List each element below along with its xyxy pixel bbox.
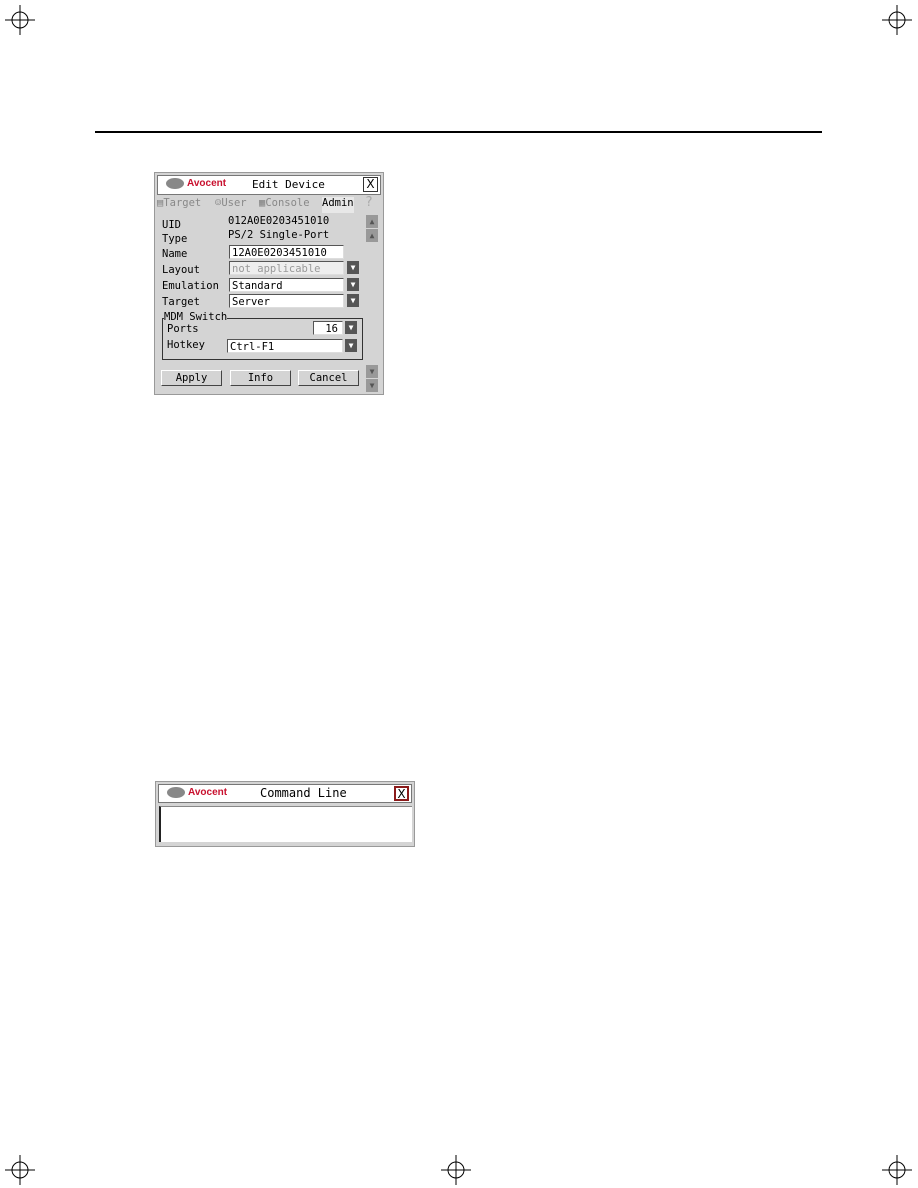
target-select[interactable]: Server bbox=[229, 294, 344, 308]
ports-label: Ports bbox=[167, 323, 199, 335]
chevron-down-icon[interactable]: ▼ bbox=[347, 261, 359, 274]
scroll-down-icon[interactable]: ▼ bbox=[366, 365, 378, 378]
command-input[interactable] bbox=[159, 806, 412, 842]
chevron-down-icon[interactable]: ▼ bbox=[345, 321, 357, 334]
title-bar: Avocent Edit Device X bbox=[157, 175, 381, 195]
close-button[interactable]: X bbox=[394, 786, 409, 801]
tab-console[interactable]: ▦Console bbox=[259, 197, 310, 213]
tab-admin[interactable]: Admin bbox=[322, 197, 354, 213]
hotkey-select[interactable]: Ctrl-F1 bbox=[227, 339, 343, 353]
help-icon[interactable]: ? bbox=[365, 195, 373, 211]
registration-mark-icon bbox=[882, 1155, 912, 1185]
command-line-window: Avocent Command Line X bbox=[155, 781, 415, 847]
window-title: Command Line bbox=[260, 786, 347, 800]
avocent-logo: Avocent bbox=[167, 787, 227, 798]
avocent-logo: Avocent bbox=[166, 178, 226, 189]
chevron-down-icon[interactable]: ▼ bbox=[347, 278, 359, 291]
layout-label: Layout bbox=[162, 264, 200, 276]
tab-user[interactable]: ☺User bbox=[215, 197, 247, 213]
layout-select[interactable]: not applicable bbox=[229, 261, 344, 275]
uid-value: 012A0E0203451010 bbox=[228, 215, 330, 227]
mdm-switch-label: MDM Switch bbox=[164, 311, 228, 323]
name-input[interactable]: 12A0E0203451010 bbox=[229, 245, 344, 259]
uid-label: UID bbox=[162, 219, 181, 231]
cancel-button[interactable]: Cancel bbox=[298, 370, 359, 386]
emulation-select[interactable]: Standard bbox=[229, 278, 344, 292]
header-rule bbox=[95, 131, 822, 133]
hotkey-label: Hotkey bbox=[167, 339, 205, 351]
chevron-down-icon[interactable]: ▼ bbox=[347, 294, 359, 307]
emulation-label: Emulation bbox=[162, 280, 219, 292]
chevron-down-icon[interactable]: ▼ bbox=[345, 339, 357, 352]
registration-mark-icon bbox=[5, 1155, 35, 1185]
tab-target[interactable]: ▤Target bbox=[157, 197, 201, 213]
target-label: Target bbox=[162, 296, 200, 308]
type-label: Type bbox=[162, 233, 188, 245]
type-value: PS/2 Single-Port bbox=[228, 229, 330, 241]
name-label: Name bbox=[162, 248, 188, 260]
close-button[interactable]: X bbox=[363, 177, 378, 192]
apply-button[interactable]: Apply bbox=[161, 370, 222, 386]
edit-device-window: Avocent Edit Device X ▤Target ☺User ▦Con… bbox=[154, 172, 384, 395]
registration-mark-icon bbox=[5, 5, 35, 35]
info-button[interactable]: Info bbox=[230, 370, 291, 386]
window-title: Edit Device bbox=[252, 178, 325, 191]
scroll-up-icon[interactable]: ▲ bbox=[366, 229, 378, 242]
ports-select[interactable]: 16 bbox=[313, 321, 343, 335]
registration-mark-icon bbox=[882, 5, 912, 35]
title-bar: Avocent Command Line X bbox=[158, 784, 412, 803]
scroll-bottom-icon[interactable]: ▼ bbox=[366, 379, 378, 392]
scroll-top-icon[interactable]: ▲ bbox=[366, 215, 378, 228]
registration-mark-icon bbox=[441, 1155, 471, 1185]
